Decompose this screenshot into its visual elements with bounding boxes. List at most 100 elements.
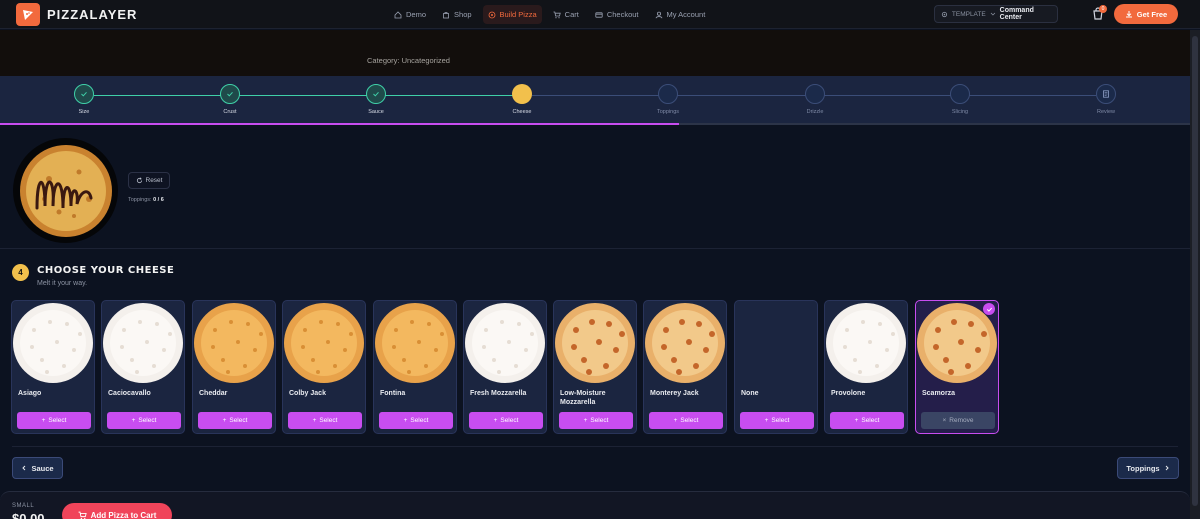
plus-icon: + xyxy=(312,417,317,424)
step-size[interactable] xyxy=(74,84,94,104)
cheese-image xyxy=(465,303,545,383)
cheese-image xyxy=(194,303,274,383)
template-label: TEMPLATE xyxy=(951,10,986,18)
nav-label: Demo xyxy=(406,10,427,19)
button-label: Select xyxy=(861,417,880,424)
nav-shop[interactable]: Shop xyxy=(437,5,477,24)
add-to-cart-button[interactable]: Add Pizza to Cart xyxy=(62,503,172,519)
cheese-card[interactable]: Asiago + Select xyxy=(11,300,95,434)
reset-button[interactable]: Reset xyxy=(128,172,170,189)
cheese-name: Fontina xyxy=(380,390,406,397)
step-label-slicing: Slicing xyxy=(951,109,969,115)
plus-icon: + xyxy=(764,417,769,424)
cheese-name: Scamorza xyxy=(922,390,956,397)
nav-checkout[interactable]: Checkout xyxy=(590,5,644,24)
close-icon: × xyxy=(942,417,947,424)
button-label: Select xyxy=(319,417,338,424)
step-toppings[interactable] xyxy=(658,84,678,104)
select-button[interactable]: + Select xyxy=(379,412,453,429)
plus-icon: + xyxy=(403,417,408,424)
step-progress xyxy=(0,76,1190,123)
plus-icon: + xyxy=(493,417,498,424)
cheese-card[interactable]: Fresh Mozzarella + Select xyxy=(463,300,547,434)
home-icon xyxy=(394,10,402,18)
step-label-toppings: Toppings xyxy=(656,109,680,115)
cheese-card[interactable]: Scamorza × Remove xyxy=(915,300,999,434)
button-label: Select xyxy=(771,417,790,424)
chevron-right-icon xyxy=(1165,465,1169,471)
nav-build-pizza[interactable]: Build Pizza xyxy=(482,5,542,24)
step-sauce[interactable] xyxy=(366,84,386,104)
document-icon xyxy=(1103,90,1109,98)
button-label: Remove xyxy=(949,417,974,424)
nav-cart[interactable]: Cart xyxy=(548,5,584,24)
plus-icon: + xyxy=(583,417,588,424)
cheese-name: Cheddar xyxy=(199,390,228,397)
select-button[interactable]: + Select xyxy=(198,412,272,429)
cheese-card[interactable]: Low-Moisture Mozzarella + Select xyxy=(553,300,637,434)
select-button[interactable]: + Select xyxy=(559,412,633,429)
logo-icon[interactable] xyxy=(16,3,40,26)
select-button[interactable]: + Select xyxy=(649,412,723,429)
cheese-name: Asiago xyxy=(18,390,42,397)
nav-label: Build Pizza xyxy=(499,10,537,19)
plus-icon: + xyxy=(854,417,859,424)
cheese-name: Provolone xyxy=(831,390,866,397)
cheese-card[interactable]: Caciocavallo + Select xyxy=(101,300,185,434)
select-button[interactable]: + Select xyxy=(107,412,181,429)
nav-label: My Account xyxy=(666,10,706,19)
cheese-image-wrap xyxy=(102,301,184,385)
cheese-image-wrap xyxy=(644,301,726,385)
step-cheese[interactable] xyxy=(512,84,532,104)
select-button[interactable]: + Select xyxy=(17,412,91,429)
cheese-card[interactable]: Monterey Jack + Select xyxy=(643,300,727,434)
select-button[interactable]: + Select xyxy=(830,412,904,429)
remove-button[interactable]: × Remove xyxy=(921,412,995,429)
step-slicing[interactable] xyxy=(950,84,970,104)
step-drizzle[interactable] xyxy=(805,84,825,104)
next-toppings-button[interactable]: Toppings xyxy=(1117,457,1179,479)
step-crust[interactable] xyxy=(220,84,240,104)
cheese-card[interactable]: Fontina + Select xyxy=(373,300,457,434)
cheese-card[interactable]: Cheddar + Select xyxy=(192,300,276,434)
plus-icon: + xyxy=(131,417,136,424)
category-banner xyxy=(0,30,1190,76)
next-label: Toppings xyxy=(1126,463,1160,473)
select-button[interactable]: + Select xyxy=(288,412,362,429)
cheese-image-wrap xyxy=(12,301,94,385)
section-subtitle: Melt it your way. xyxy=(37,280,88,287)
cheese-card[interactable]: Provolone + Select xyxy=(824,300,908,434)
cheese-image xyxy=(645,303,725,383)
section-title: CHOOSE YOUR CHEESE xyxy=(37,265,175,276)
chevron-down-icon xyxy=(990,12,995,16)
cheese-image xyxy=(13,303,93,383)
scrollbar-thumb[interactable] xyxy=(1192,36,1198,506)
brand-name[interactable]: PIZZALAYER xyxy=(47,7,137,22)
select-button[interactable]: + Select xyxy=(740,412,814,429)
cheese-name: Monterey Jack xyxy=(650,390,699,397)
nav-my-account[interactable]: My Account xyxy=(650,5,711,24)
toppings-count: Toppings: 0 / 6 xyxy=(128,197,164,203)
select-button[interactable]: + Select xyxy=(469,412,543,429)
cheese-card[interactable]: Colby Jack + Select xyxy=(282,300,366,434)
step-review[interactable] xyxy=(1096,84,1116,104)
cheese-image-wrap xyxy=(283,301,365,385)
button-label: Select xyxy=(680,417,699,424)
get-free-label: Get Free xyxy=(1136,9,1168,19)
button-label: Select xyxy=(138,417,157,424)
section-divider xyxy=(0,248,1190,249)
template-selector[interactable]: TEMPLATE Command Center xyxy=(934,5,1058,23)
shop-icon xyxy=(443,11,449,18)
download-icon xyxy=(1125,11,1132,18)
cheese-image xyxy=(103,303,183,383)
get-free-button[interactable]: Get Free xyxy=(1114,4,1178,24)
price-total: $0.00 xyxy=(12,511,45,519)
step-label-size: Size xyxy=(78,109,90,115)
back-sauce-button[interactable]: Sauce xyxy=(12,457,63,479)
cheese-image xyxy=(555,303,635,383)
nav-demo[interactable]: Demo xyxy=(389,5,431,24)
cheese-image-wrap xyxy=(825,301,907,385)
button-label: Select xyxy=(590,417,609,424)
button-label: Select xyxy=(48,417,67,424)
cheese-card[interactable]: None + Select xyxy=(734,300,818,434)
